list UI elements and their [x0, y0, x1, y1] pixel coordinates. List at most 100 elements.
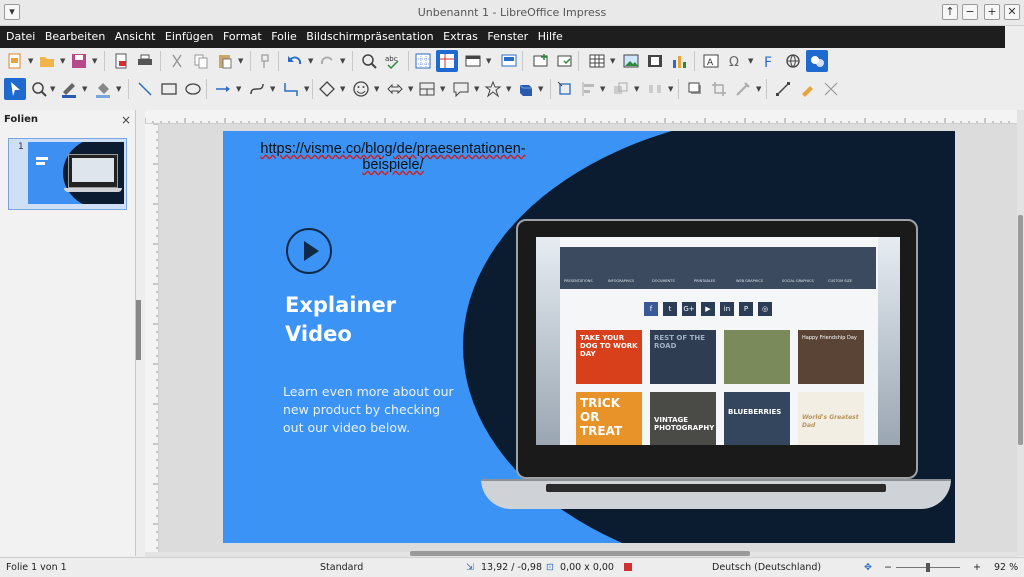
minimize-button[interactable]: −: [962, 4, 978, 20]
language[interactable]: Deutsch (Deutschland): [712, 558, 821, 577]
cut-icon[interactable]: [166, 50, 188, 72]
maximize-button[interactable]: +: [984, 4, 1000, 20]
menu-ansicht[interactable]: Ansicht: [109, 26, 156, 48]
curves-dropdown-icon[interactable]: ▼: [270, 78, 276, 100]
shadow-icon[interactable]: [684, 78, 706, 100]
special-character-icon[interactable]: Ω: [724, 50, 746, 72]
save-dropdown-icon[interactable]: ▼: [92, 50, 98, 72]
zoom-level[interactable]: 92 %: [994, 558, 1018, 577]
flowchart-icon[interactable]: [416, 78, 438, 100]
layout-dropdown-icon[interactable]: ▼: [486, 50, 492, 72]
export-pdf-icon[interactable]: [110, 50, 132, 72]
distribute-icon[interactable]: [644, 78, 666, 100]
insert-line-icon[interactable]: [134, 78, 156, 100]
arrange-dropdown-icon[interactable]: ▼: [634, 78, 640, 100]
close-window-button[interactable]: ✕: [1004, 4, 1020, 20]
ellipse-icon[interactable]: [182, 78, 204, 100]
block-arrows-dropdown-icon[interactable]: ▼: [408, 78, 414, 100]
3d-objects-icon[interactable]: [514, 78, 536, 100]
glue-points-icon[interactable]: [796, 78, 818, 100]
close-pane-icon[interactable]: ×: [121, 113, 131, 127]
keep-above-button[interactable]: ↑: [942, 4, 958, 20]
menu-fenster[interactable]: Fenster: [481, 26, 528, 48]
new-document-icon[interactable]: [4, 50, 26, 72]
zoom-pan-icon[interactable]: [28, 78, 50, 100]
layout-name[interactable]: Standard: [320, 558, 363, 577]
basic-shapes-icon[interactable]: [316, 78, 338, 100]
pane-splitter[interactable]: [136, 300, 141, 360]
insert-table-icon[interactable]: [586, 50, 608, 72]
callout-dropdown-icon[interactable]: ▼: [474, 78, 480, 100]
paste-icon[interactable]: [214, 50, 236, 72]
rotate-icon[interactable]: [554, 78, 576, 100]
fill-color-dropdown-icon[interactable]: ▼: [116, 78, 122, 100]
hyperlink-icon[interactable]: [782, 50, 804, 72]
connectors-icon[interactable]: [280, 78, 302, 100]
lines-arrows-icon[interactable]: [212, 78, 234, 100]
interaction-icon[interactable]: [806, 50, 828, 72]
line-color-dropdown-icon[interactable]: ▼: [82, 78, 88, 100]
menu-datei[interactable]: Datei: [0, 26, 35, 48]
stars-icon[interactable]: [482, 78, 504, 100]
line-color-icon[interactable]: [58, 78, 80, 100]
open-folder-icon[interactable]: [36, 50, 58, 72]
zoom-dropdown-icon[interactable]: ▼: [50, 78, 56, 100]
zoom-out-button[interactable]: −: [884, 558, 892, 577]
find-replace-icon[interactable]: [358, 50, 380, 72]
vertical-scroll-thumb[interactable]: [1018, 215, 1023, 445]
duplicate-slide-icon[interactable]: [554, 50, 576, 72]
redo-dropdown-icon[interactable]: ▼: [340, 50, 346, 72]
fit-slide-icon[interactable]: ✥: [864, 558, 872, 577]
slide[interactable]: https://visme.co/blog/de/praesentationen…: [223, 131, 955, 543]
redo-icon[interactable]: [316, 50, 338, 72]
symbol-shapes-dropdown-icon[interactable]: ▼: [374, 78, 380, 100]
crop-image-icon[interactable]: [708, 78, 730, 100]
symbol-shapes-icon[interactable]: [350, 78, 372, 100]
copy-icon[interactable]: [190, 50, 212, 72]
zoom-in-button[interactable]: +: [973, 558, 981, 577]
insert-media-icon[interactable]: [644, 50, 666, 72]
menu-hilfe[interactable]: Hilfe: [532, 26, 563, 48]
helplines-icon[interactable]: [436, 50, 458, 72]
horizontal-ruler[interactable]: [145, 110, 1017, 124]
clone-formatting-icon[interactable]: [254, 50, 276, 72]
insert-chart-icon[interactable]: [668, 50, 690, 72]
fontwork-icon[interactable]: F: [758, 50, 780, 72]
zoom-slider-handle[interactable]: [926, 563, 930, 572]
special-char-dropdown-icon[interactable]: ▼: [748, 50, 754, 72]
print-icon[interactable]: [134, 50, 156, 72]
display-grid-icon[interactable]: [412, 50, 434, 72]
connectors-dropdown-icon[interactable]: ▼: [304, 78, 310, 100]
new-slide-icon[interactable]: [530, 50, 552, 72]
basic-shapes-dropdown-icon[interactable]: ▼: [340, 78, 346, 100]
menu-bildschirmpraesentation[interactable]: Bildschirmpräsentation: [300, 26, 433, 48]
filter-icon[interactable]: [732, 78, 754, 100]
undo-dropdown-icon[interactable]: ▼: [308, 50, 314, 72]
align-objects-icon[interactable]: [578, 78, 600, 100]
select-pointer-icon[interactable]: [4, 78, 26, 100]
menu-format[interactable]: Format: [217, 26, 262, 48]
menu-extras[interactable]: Extras: [437, 26, 478, 48]
3d-dropdown-icon[interactable]: ▼: [538, 78, 544, 100]
menu-bearbeiten[interactable]: Bearbeiten: [39, 26, 105, 48]
filter-dropdown-icon[interactable]: ▼: [756, 78, 762, 100]
new-dropdown-icon[interactable]: ▼: [28, 50, 34, 72]
stars-dropdown-icon[interactable]: ▼: [506, 78, 512, 100]
menu-einfuegen[interactable]: Einfügen: [159, 26, 214, 48]
vertical-ruler[interactable]: [145, 124, 159, 552]
slide-heading[interactable]: Explainer Video: [285, 291, 465, 349]
document-modified-icon[interactable]: [624, 563, 632, 571]
arrange-icon[interactable]: [610, 78, 632, 100]
lines-dropdown-icon[interactable]: ▼: [236, 78, 242, 100]
callout-shapes-icon[interactable]: [450, 78, 472, 100]
slide-thumbnail[interactable]: 1: [8, 138, 127, 210]
align-dropdown-icon[interactable]: ▼: [600, 78, 606, 100]
menu-folie[interactable]: Folie: [265, 26, 297, 48]
insert-textbox-icon[interactable]: A: [700, 50, 722, 72]
slide-description[interactable]: Learn even more about our new product by…: [283, 383, 483, 437]
spelling-icon[interactable]: abc: [382, 50, 404, 72]
rectangle-icon[interactable]: [158, 78, 180, 100]
save-icon[interactable]: [68, 50, 90, 72]
table-dropdown-icon[interactable]: ▼: [610, 50, 616, 72]
url-textbox[interactable]: https://visme.co/blog/de/praesentationen…: [253, 141, 533, 173]
